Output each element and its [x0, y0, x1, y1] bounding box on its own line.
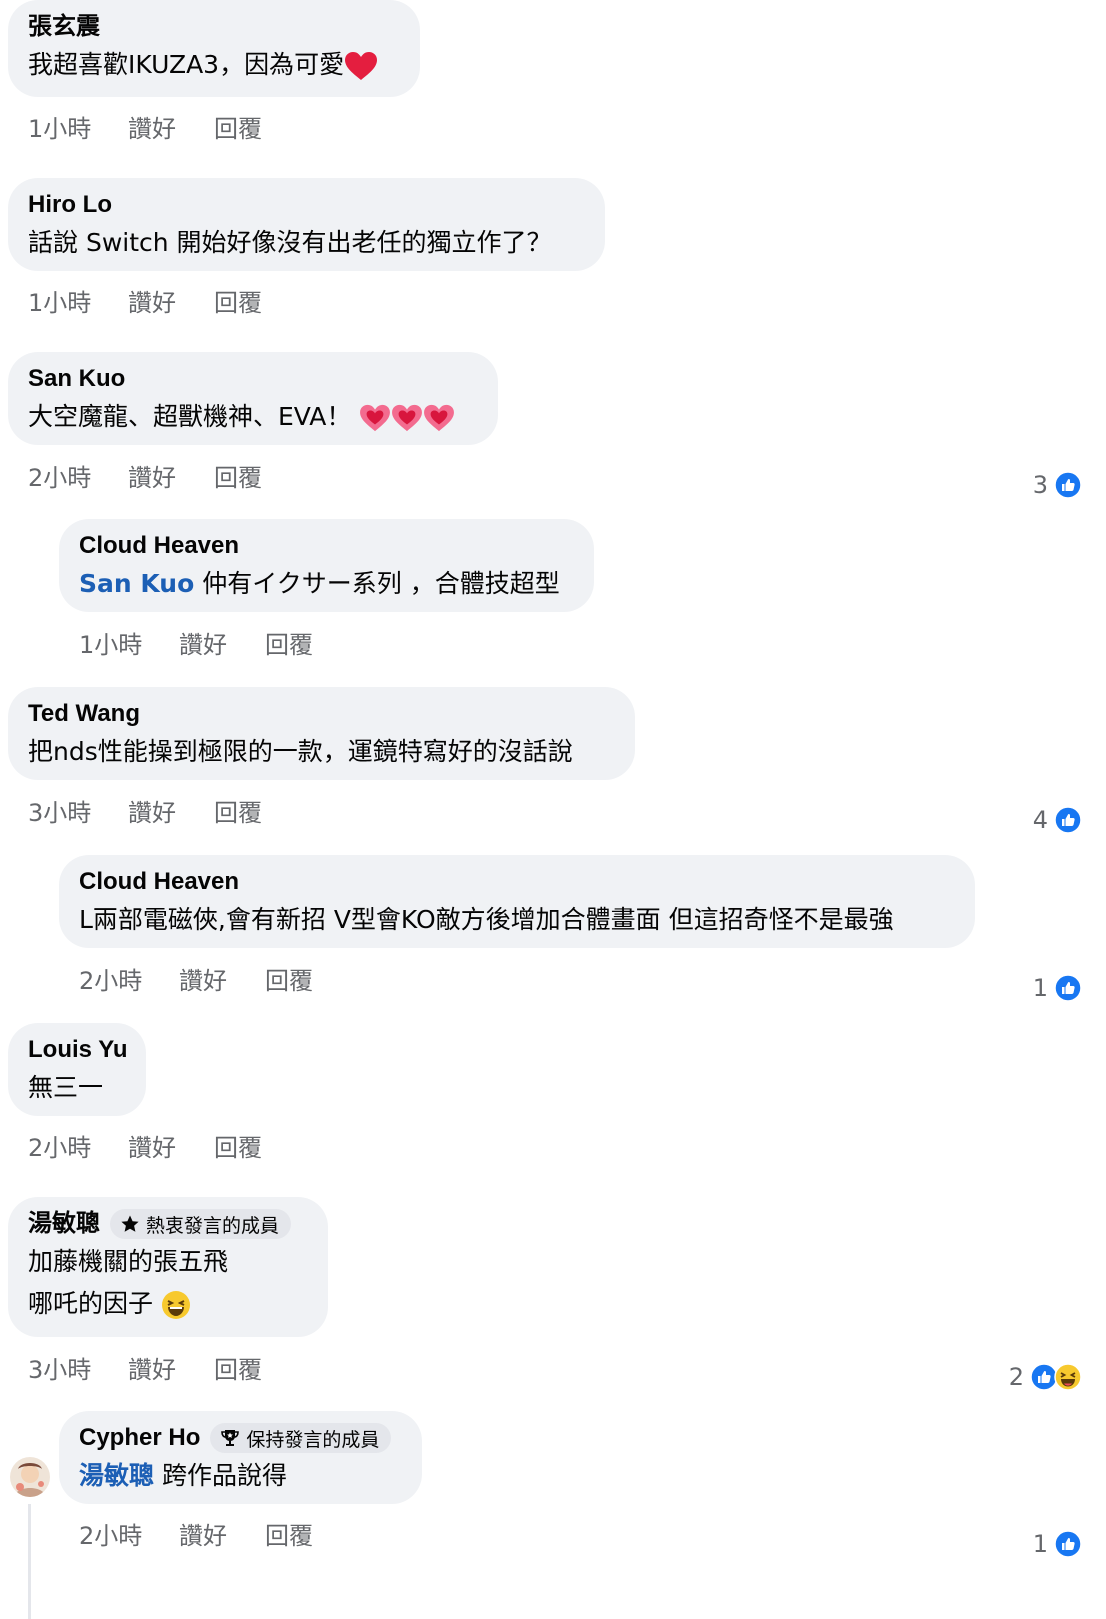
mention-link[interactable]: 湯敏聰 — [79, 1461, 154, 1490]
comment-time[interactable]: 3小時 — [28, 793, 128, 828]
comment-time[interactable]: 3小時 — [28, 1350, 128, 1385]
like-button[interactable]: 讚好 — [179, 625, 265, 660]
thread-line — [28, 1504, 31, 1619]
like-button[interactable]: 讚好 — [128, 283, 214, 318]
like-button[interactable]: 讚好 — [179, 1516, 265, 1551]
reply-button[interactable]: 回覆 — [214, 109, 262, 144]
reaction-count: 1 — [1032, 1530, 1048, 1558]
comment-time[interactable]: 2小時 — [79, 1516, 179, 1551]
comment-bubble: Ted Wang 把nds性能操到極限的一款，運鏡特寫好的沒話說 — [8, 687, 635, 780]
comment-text: 把nds性能操到極限的一款，運鏡特寫好的沒話說 — [28, 737, 573, 766]
haha-icon — [1054, 1363, 1082, 1391]
comment-author[interactable]: San Kuo — [28, 362, 125, 396]
comment-time[interactable]: 1小時 — [28, 109, 128, 144]
reply-button[interactable]: 回覆 — [265, 625, 313, 660]
badge-label: 保持發言的成員 — [246, 1428, 380, 1451]
member-badge[interactable]: 保持發言的成員 — [210, 1423, 392, 1453]
reaction-summary[interactable]: 3 — [1033, 468, 1082, 502]
comment-bubble: Louis Yu 無三一 — [8, 1023, 146, 1116]
reply-button[interactable]: 回覆 — [214, 1128, 262, 1163]
comment-text: 我超喜歡IKUZA3，因為可愛 — [28, 44, 400, 86]
reaction-count: 3 — [1032, 471, 1048, 499]
comment-actions: 1小時 讚好 回覆 — [79, 624, 313, 660]
comment-time[interactable]: 2小時 — [79, 961, 179, 996]
reply-bubble: Cypher Ho 保持發言的成員 湯敏聰 跨作品說得 — [59, 1411, 422, 1504]
comment-time[interactable]: 1小時 — [79, 625, 179, 660]
avatar[interactable] — [10, 1457, 50, 1497]
laughing-emoji — [161, 1291, 190, 1319]
comment-text: 大空魔龍、超獸機神、EVA！ — [28, 396, 478, 438]
comment-author[interactable]: Louis Yu — [28, 1033, 128, 1067]
reaction-count: 2 — [1008, 1363, 1024, 1391]
reaction-summary[interactable]: 2 — [1009, 1360, 1082, 1394]
badge-label: 熱衷發言的成員 — [146, 1214, 280, 1237]
comment-time[interactable]: 2小時 — [28, 1128, 128, 1163]
comment-author[interactable]: Ted Wang — [28, 697, 140, 731]
comment-actions: 1小時 讚好 回覆 — [28, 108, 262, 144]
reply-button[interactable]: 回覆 — [214, 283, 262, 318]
like-button[interactable]: 讚好 — [128, 1350, 214, 1385]
comment-bubble: 湯敏聰 熱衷發言的成員 加藤機關的張五飛 哪吒的因子 — [8, 1197, 328, 1337]
trophy-icon — [221, 1430, 240, 1446]
comment-time[interactable]: 2小時 — [28, 458, 128, 493]
comment-actions: 3小時 讚好 回覆 — [28, 1349, 262, 1385]
comment-text: 哪吒的因子 — [28, 1283, 308, 1325]
sparkling-heart-emoji — [424, 404, 455, 432]
reply-bubble: Cloud Heaven San Kuo 仲有イクサー系列 ，合體技超型 — [59, 519, 594, 612]
comment-text: San Kuo 仲有イクサー系列 ，合體技超型 — [79, 569, 560, 598]
comment-author[interactable]: 張玄震 — [28, 10, 100, 44]
star-icon — [121, 1215, 139, 1232]
comment-text: 話說 Switch 開始好像沒有出老任的獨立作了？ — [28, 228, 552, 257]
reaction-summary[interactable]: 1 — [1033, 1527, 1082, 1561]
like-icon — [1054, 471, 1082, 499]
reaction-count: 4 — [1032, 806, 1048, 834]
like-button[interactable]: 讚好 — [128, 1128, 214, 1163]
reply-button[interactable]: 回覆 — [214, 1350, 262, 1385]
comment-actions: 2小時 讚好 回覆 — [28, 457, 262, 493]
comment-actions: 2小時 讚好 回覆 — [79, 1515, 313, 1551]
like-button[interactable]: 讚好 — [128, 109, 214, 144]
like-button[interactable]: 讚好 — [128, 793, 214, 828]
like-icon — [1054, 806, 1082, 834]
avatar-image — [10, 1457, 50, 1497]
sparkling-heart-emoji — [392, 404, 423, 432]
comment-author[interactable]: 湯敏聰 — [28, 1207, 100, 1241]
heart-emoji — [345, 52, 378, 80]
comment-author[interactable]: Cypher Ho — [79, 1421, 200, 1455]
reply-bubble: Cloud Heaven L兩部電磁俠,會有新招 V型會KO敵方後增加合體畫面 … — [59, 855, 975, 948]
reply-button[interactable]: 回覆 — [265, 961, 313, 996]
comment-author[interactable]: Cloud Heaven — [79, 865, 239, 899]
comment-time[interactable]: 1小時 — [28, 283, 128, 318]
reply-button[interactable]: 回覆 — [214, 458, 262, 493]
comment-bubble: Hiro Lo 話說 Switch 開始好像沒有出老任的獨立作了？ — [8, 178, 605, 271]
reaction-count: 1 — [1032, 974, 1048, 1002]
member-badge[interactable]: 熱衷發言的成員 — [110, 1209, 292, 1239]
like-icon — [1054, 974, 1082, 1002]
reaction-summary[interactable]: 1 — [1033, 971, 1082, 1005]
comment-text: 加藤機關的張五飛 — [28, 1247, 229, 1276]
like-icon — [1054, 1530, 1082, 1558]
comment-bubble: San Kuo 大空魔龍、超獸機神、EVA！ — [8, 352, 498, 445]
reply-button[interactable]: 回覆 — [265, 1516, 313, 1551]
comment-actions: 1小時 讚好 回覆 — [28, 282, 262, 318]
reaction-summary[interactable]: 4 — [1033, 803, 1082, 837]
comment-actions: 2小時 讚好 回覆 — [28, 1127, 262, 1163]
comment-author[interactable]: Hiro Lo — [28, 188, 112, 222]
like-button[interactable]: 讚好 — [179, 961, 265, 996]
comment-bubble: 張玄震 我超喜歡IKUZA3，因為可愛 — [8, 0, 420, 97]
sparkling-heart-emoji — [360, 404, 391, 432]
comment-text: L兩部電磁俠,會有新招 V型會KO敵方後增加合體畫面 但這招奇怪不是最強 — [79, 905, 894, 934]
reply-button[interactable]: 回覆 — [214, 793, 262, 828]
like-button[interactable]: 讚好 — [128, 458, 214, 493]
comment-actions: 2小時 讚好 回覆 — [79, 960, 313, 996]
comment-text: 湯敏聰 跨作品說得 — [79, 1461, 287, 1490]
mention-link[interactable]: San Kuo — [79, 569, 194, 598]
comment-author[interactable]: Cloud Heaven — [79, 529, 239, 563]
comment-actions: 3小時 讚好 回覆 — [28, 792, 262, 828]
comment-text: 無三一 — [28, 1073, 104, 1102]
